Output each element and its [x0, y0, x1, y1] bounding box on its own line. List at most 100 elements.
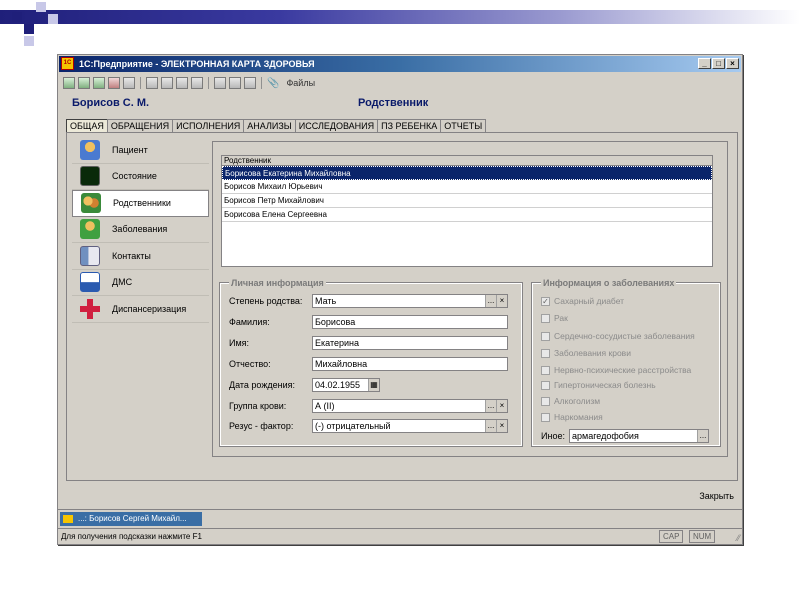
- select-button[interactable]: ...: [697, 430, 708, 442]
- checkbox-checked-icon: ✓: [541, 296, 550, 306]
- tab-visits[interactable]: ОБРАЩЕНИЯ: [106, 119, 174, 132]
- field-value: 04.02.1955: [315, 380, 361, 390]
- num-lock-indicator: NUM: [689, 530, 716, 543]
- first-name-field[interactable]: Екатерина: [312, 336, 508, 350]
- checkbox-diabetes[interactable]: ✓ Сахарный диабет: [541, 295, 624, 307]
- relation-degree-field[interactable]: Мать ... ×: [312, 294, 508, 308]
- files-button[interactable]: Файлы: [286, 78, 315, 88]
- tab-executions[interactable]: ИСПОЛНЕНИЯ: [172, 119, 245, 132]
- diseases-group: Информация о заболеваниях ✓ Сахарный диаб…: [531, 278, 721, 447]
- rh-factor-field[interactable]: (-) отрицательный ... ×: [312, 419, 508, 433]
- patient-name: Борисов С. М.: [72, 97, 150, 109]
- nav-item-label: Диспансеризация: [112, 303, 187, 314]
- clear-button[interactable]: ×: [496, 400, 507, 412]
- close-button[interactable]: Закрыть: [699, 491, 734, 501]
- clear-button[interactable]: ×: [496, 295, 507, 307]
- field-label: Дата рождения:: [229, 380, 295, 390]
- form-row: Дата рождения: 04.02.1955 ▦: [229, 378, 380, 392]
- checkbox-label: Сердечно-сосудистые заболевания: [554, 331, 695, 341]
- deco-square: [36, 2, 46, 12]
- select-button[interactable]: ...: [485, 420, 496, 432]
- nav-item-label: Контакты: [112, 250, 151, 261]
- tree-icon[interactable]: [229, 77, 241, 89]
- doctor-icon: [80, 219, 100, 240]
- minimize-button[interactable]: _: [698, 58, 711, 69]
- checkbox-hypertension[interactable]: Гипертоническая болезнь: [541, 379, 656, 391]
- deco-square: [24, 36, 34, 46]
- select-button[interactable]: ...: [485, 295, 496, 307]
- nav-item-diseases[interactable]: Заболевания: [72, 216, 209, 243]
- print-preview-icon[interactable]: [161, 77, 173, 89]
- maximize-button[interactable]: □: [712, 58, 725, 69]
- save-icon[interactable]: [123, 77, 135, 89]
- toolbar-separator: [208, 77, 209, 89]
- form-row: Отчество: Михайловна: [229, 357, 508, 371]
- title-bar[interactable]: 1С 1С:Предприятие - ЭЛЕКТРОННАЯ КАРТА ЗД…: [59, 56, 741, 72]
- list-item[interactable]: Борисов Михаил Юрьевич: [222, 180, 712, 194]
- nav-item-state[interactable]: Состояние: [72, 163, 209, 190]
- checkbox-alcoholism[interactable]: Алкоголизм: [541, 395, 600, 407]
- checkbox-icon: [541, 313, 550, 323]
- field-value: Мать: [315, 296, 337, 306]
- blood-group-field[interactable]: А (II) ... ×: [312, 399, 508, 413]
- checkbox-cardiovascular[interactable]: Сердечно-сосудистые заболевания: [541, 330, 695, 342]
- slide-header-decoration: [0, 0, 800, 50]
- checkbox-cancer[interactable]: Рак: [541, 312, 568, 324]
- nav-item-label: ДМС: [112, 277, 133, 288]
- relatives-list[interactable]: Родственник Борисова Екатерина Михайловн…: [221, 155, 713, 267]
- add-icon[interactable]: [63, 77, 75, 89]
- last-name-field[interactable]: Борисова: [312, 315, 508, 329]
- other-disease-field[interactable]: армагедофобия ...: [569, 429, 709, 443]
- print-icon[interactable]: [146, 77, 158, 89]
- list-icon[interactable]: [214, 77, 226, 89]
- taskbar-item[interactable]: ...: Борисов Сергей Михайл...: [60, 512, 202, 526]
- checkbox-icon: [541, 365, 550, 375]
- settings-icon[interactable]: [244, 77, 256, 89]
- clear-button[interactable]: ×: [496, 420, 507, 432]
- copy-icon[interactable]: [78, 77, 90, 89]
- insurance-doc-icon: [80, 272, 100, 293]
- toolbar-separator: [261, 77, 262, 89]
- app-window: 1С 1С:Предприятие - ЭЛЕКТРОННАЯ КАРТА ЗД…: [57, 54, 743, 545]
- tab-analyses[interactable]: АНАЛИЗЫ: [243, 119, 296, 132]
- checkbox-icon: [541, 348, 550, 358]
- personal-info-group: Личная информация Степень родства: Мать …: [219, 278, 523, 447]
- list-item[interactable]: Борисов Петр Михайлович: [222, 194, 712, 208]
- delete-icon[interactable]: [108, 77, 120, 89]
- tab-child-health[interactable]: ПЗ РЕБЕНКА: [377, 119, 442, 132]
- tab-reports[interactable]: ОТЧЕТЫ: [440, 119, 487, 132]
- heartbeat-monitor-icon: [80, 166, 100, 187]
- form-row: Степень родства: Мать ... ×: [229, 294, 508, 308]
- status-hint: Для получения подсказки нажмите F1: [61, 532, 202, 541]
- checkbox-blood-diseases[interactable]: Заболевания крови: [541, 347, 631, 359]
- tab-general[interactable]: ОБЩАЯ: [66, 119, 108, 133]
- nav-item-label: Родственники: [113, 198, 171, 209]
- select-button[interactable]: ...: [485, 400, 496, 412]
- section-nav: Пациент Состояние Родственники Заболеван…: [72, 137, 209, 323]
- nav-item-contacts[interactable]: Контакты: [72, 243, 209, 270]
- tab-examinations[interactable]: ИССЛЕДОВАНИЯ: [294, 119, 379, 132]
- nav-item-dispensary[interactable]: Диспансеризация: [72, 296, 209, 323]
- nav-item-dms[interactable]: ДМС: [72, 269, 209, 296]
- clear-filter-icon[interactable]: [176, 77, 188, 89]
- filter-icon[interactable]: [191, 77, 203, 89]
- resize-grip-icon[interactable]: ⁄⁄: [737, 531, 740, 546]
- edit-icon[interactable]: [93, 77, 105, 89]
- list-item[interactable]: Борисова Екатерина Михайловна: [222, 166, 712, 180]
- tab-strip: ОБЩАЯ ОБРАЩЕНИЯ ИСПОЛНЕНИЯ АНАЛИЗЫ ИССЛЕ…: [66, 119, 487, 133]
- birth-date-field[interactable]: 04.02.1955 ▦: [312, 378, 380, 392]
- list-column-header[interactable]: Родственник: [222, 156, 712, 166]
- patronymic-field[interactable]: Михайловна: [312, 357, 508, 371]
- tab-page-general: Пациент Состояние Родственники Заболеван…: [66, 132, 738, 481]
- close-window-button[interactable]: ×: [726, 58, 739, 69]
- checkbox-neuropsychiatric[interactable]: Нервно-психические расстройства: [541, 364, 691, 376]
- nav-item-relatives[interactable]: Родственники: [72, 190, 209, 217]
- paperclip-icon[interactable]: 📎: [267, 78, 279, 89]
- caps-lock-indicator: CAP: [659, 530, 684, 543]
- list-item[interactable]: Борисова Елена Сергеевна: [222, 208, 712, 222]
- nav-item-patient[interactable]: Пациент: [72, 137, 209, 164]
- slide-gradient-bar: [0, 10, 800, 24]
- checkbox-drug-addiction[interactable]: Наркомания: [541, 411, 603, 423]
- checkbox-label: Алкоголизм: [554, 396, 601, 406]
- calendar-icon[interactable]: ▦: [368, 379, 379, 391]
